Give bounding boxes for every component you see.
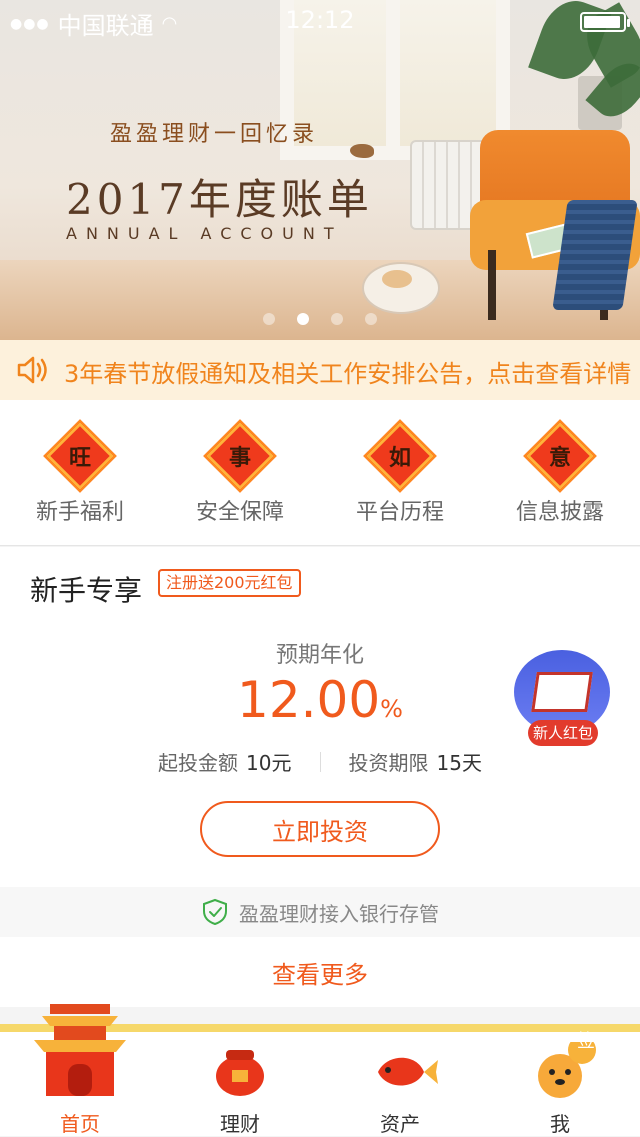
view-more-text: 查看更多 bbox=[272, 960, 368, 989]
battery-icon bbox=[580, 12, 630, 32]
diamond-char: 意 bbox=[548, 445, 571, 471]
pagination-dot[interactable] bbox=[365, 313, 377, 325]
banner-title-en: ANNUAL ACCOUNT bbox=[66, 224, 343, 243]
palace-icon bbox=[34, 1004, 126, 1096]
tab-home[interactable]: 首页 bbox=[0, 1004, 160, 1136]
floor-illustration bbox=[0, 260, 640, 340]
chair-leg-illustration bbox=[488, 250, 496, 320]
sign-in-dog-icon bbox=[538, 1042, 596, 1098]
min-amount-value: 10元 bbox=[246, 751, 292, 775]
quick-item-label: 新手福利 bbox=[35, 500, 124, 525]
tab-label: 资产 bbox=[380, 1112, 420, 1136]
quick-item-security[interactable]: 事 安全保障 bbox=[160, 400, 320, 545]
bird-illustration bbox=[350, 144, 374, 158]
shield-check-icon bbox=[203, 898, 227, 926]
term-label: 投资期限 bbox=[348, 751, 429, 775]
diamond-char: 旺 bbox=[68, 445, 91, 471]
tab-me[interactable]: 签 我 bbox=[480, 1031, 640, 1136]
rate-number: 12.00 bbox=[237, 671, 381, 729]
promo-badge: 注册送200元红包 bbox=[158, 569, 301, 597]
product-terms: 起投金额 10元 投资期限 15天 bbox=[0, 747, 640, 776]
pagination-dot[interactable] bbox=[263, 313, 275, 325]
tab-finance[interactable]: 理财 bbox=[160, 1032, 320, 1136]
banner-pagination[interactable] bbox=[0, 313, 640, 325]
tab-label: 我 bbox=[550, 1112, 570, 1136]
status-bar: ●●● 中国联通 ◠ 12:12 bbox=[0, 0, 640, 40]
quick-item-disclosure[interactable]: 意 信息披露 bbox=[480, 400, 640, 545]
pagination-dot[interactable] bbox=[331, 313, 343, 325]
bank-custody-strip: 盈盈理财接入银行存管 bbox=[0, 887, 640, 937]
redpacket-label: 新人红包 bbox=[528, 720, 598, 746]
status-time: 12:12 bbox=[285, 6, 355, 34]
speaker-icon bbox=[17, 356, 47, 384]
quick-item-label: 平台历程 bbox=[355, 500, 444, 525]
notice-text: 3年春节放假通知及相关工作安排公告，点击查看详情 bbox=[64, 360, 632, 388]
tab-label: 理财 bbox=[220, 1112, 260, 1136]
quick-item-history[interactable]: 如 平台历程 bbox=[320, 400, 480, 545]
banner-title: 2017年度账单 bbox=[66, 175, 373, 224]
product-title: 新手专享 bbox=[30, 574, 143, 607]
newbie-product-card[interactable]: 新手专享 注册送200元红包 预期年化 12.00% 起投金额 10元 投资期限… bbox=[0, 547, 640, 887]
open-book-icon bbox=[531, 672, 593, 712]
annual-account-banner[interactable]: ●●● 中国联通 ◠ 12:12 盈盈理财一回忆录 2017年度账单 ANNUA… bbox=[0, 0, 640, 340]
sign-in-badge: 签 bbox=[577, 1031, 595, 1052]
term-value: 15天 bbox=[436, 751, 482, 775]
bottom-tab-bar: 首页 理财 资产 签 我 bbox=[0, 1004, 640, 1136]
custody-text: 盈盈理财接入银行存管 bbox=[239, 901, 439, 926]
tab-assets[interactable]: 资产 bbox=[320, 1032, 480, 1136]
banner-subtitle: 盈盈理财一回忆录 bbox=[110, 122, 319, 147]
quick-menu: 旺 新手福利 事 安全保障 如 平台历程 意 信息披露 bbox=[0, 400, 640, 546]
diamond-char: 如 bbox=[388, 445, 411, 471]
quick-item-newbie-benefits[interactable]: 旺 新手福利 bbox=[0, 400, 160, 545]
rate-unit: % bbox=[380, 695, 403, 723]
diamond-char: 事 bbox=[228, 445, 251, 471]
pagination-dot-active[interactable] bbox=[297, 313, 309, 325]
min-amount-label: 起投金额 bbox=[158, 751, 239, 775]
new-user-redpacket[interactable]: 新人红包 bbox=[512, 650, 612, 746]
notice-bar[interactable]: 3年春节放假通知及相关工作安排公告，点击查看详情 bbox=[0, 340, 640, 400]
quick-item-label: 安全保障 bbox=[195, 500, 284, 525]
quick-item-label: 信息披露 bbox=[515, 500, 604, 525]
koi-fish-icon bbox=[378, 1057, 438, 1086]
money-bag-icon bbox=[216, 1050, 264, 1096]
tab-label: 首页 bbox=[60, 1112, 100, 1136]
view-more-link[interactable]: 查看更多 bbox=[0, 937, 640, 1007]
invest-now-button[interactable]: 立即投资 bbox=[200, 801, 440, 857]
terms-divider bbox=[319, 751, 321, 772]
cat-illustration bbox=[362, 262, 440, 314]
